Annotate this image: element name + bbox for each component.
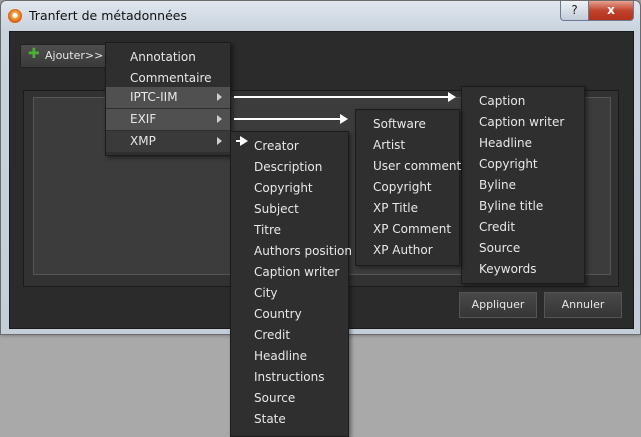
exif-item[interactable]: XP Comment (356, 219, 459, 240)
menu-item-xmp[interactable]: XMP (106, 131, 230, 152)
exif-submenu: Software Artist User comment Copyright X… (355, 109, 462, 266)
app-icon (8, 9, 22, 23)
menu-item-label: Titre (254, 223, 282, 237)
exif-item[interactable]: Software (356, 114, 459, 135)
menu-item-label: State (254, 412, 286, 426)
menu-item-label: Authors position (254, 244, 352, 258)
xmp-item[interactable]: Creator (231, 136, 348, 157)
menu-item-label: Commentaire (130, 71, 212, 85)
menu-item-label: Country (254, 307, 302, 321)
apply-button[interactable]: Appliquer (459, 292, 537, 318)
menu-item-label: Credit (254, 328, 291, 342)
menu-item-label: User comment (373, 159, 462, 173)
xmp-item[interactable]: City (231, 283, 348, 304)
iptc-item[interactable]: Source (462, 238, 584, 259)
iptc-item[interactable]: Byline (462, 175, 584, 196)
chevron-right-icon (217, 115, 222, 123)
iptc-submenu: Caption Caption writer Headline Copyrigh… (461, 86, 585, 284)
menu-item-label: XP Title (373, 201, 418, 215)
iptc-item[interactable]: Byline title (462, 196, 584, 217)
xmp-item[interactable]: Authors position (231, 241, 352, 262)
chevron-right-icon (217, 137, 222, 145)
cancel-button[interactable]: Annuler (544, 292, 622, 318)
add-button[interactable]: ✚ Ajouter>> (20, 44, 107, 68)
xmp-item[interactable]: Instructions (231, 367, 348, 388)
xmp-item[interactable]: Credit (231, 325, 348, 346)
xmp-item[interactable]: Headline (231, 346, 348, 367)
iptc-item[interactable]: Keywords (462, 259, 584, 280)
add-menu: Annotation Commentaire IPTC-IIM EXIF XMP (105, 42, 231, 156)
menu-item-iptc-iim[interactable]: IPTC-IIM (106, 87, 230, 108)
menu-item-label: Caption writer (254, 265, 340, 279)
menu-item-label: XP Author (373, 243, 433, 257)
xmp-item[interactable]: Copyright (231, 178, 348, 199)
menu-item-label: Artist (373, 138, 406, 152)
exif-item[interactable]: XP Title (356, 198, 459, 219)
xmp-item[interactable]: Subject (231, 199, 348, 220)
xmp-item[interactable]: Caption writer (231, 262, 348, 283)
menu-item-label: XMP (130, 134, 156, 148)
iptc-item[interactable]: Credit (462, 217, 584, 238)
menu-item-label: Copyright (254, 181, 313, 195)
xmp-item[interactable]: Source (231, 388, 348, 409)
add-button-label: Ajouter>> (45, 49, 104, 62)
xmp-item[interactable]: Description (231, 157, 348, 178)
help-button[interactable]: ? (560, 1, 589, 21)
iptc-item[interactable]: Headline (462, 133, 584, 154)
title-bar[interactable]: Tranfert de métadonnées ? x (1, 1, 640, 31)
menu-item-label: Instructions (254, 370, 325, 384)
iptc-arrow-icon (234, 92, 456, 102)
xmp-arrow-icon (236, 136, 248, 146)
menu-item-label: Software (373, 117, 426, 131)
menu-item-label: Copyright (373, 180, 432, 194)
menu-item-label: IPTC-IIM (130, 90, 178, 104)
menu-item-label: Keywords (479, 262, 537, 276)
exif-item[interactable]: User comment (356, 156, 462, 177)
menu-item-label: Byline title (479, 199, 544, 213)
xmp-item[interactable]: Country (231, 304, 348, 325)
menu-item-label: Credit (479, 220, 516, 234)
menu-item-label: XP Comment (373, 222, 452, 236)
close-button[interactable]: x (588, 1, 634, 21)
exif-item[interactable]: Artist (356, 135, 459, 156)
iptc-item[interactable]: Caption (462, 91, 584, 112)
menu-item-commentaire[interactable]: Commentaire (106, 68, 230, 89)
menu-item-label: Caption writer (479, 115, 565, 129)
xmp-item[interactable]: Titre (231, 220, 348, 241)
iptc-item[interactable]: Copyright (462, 154, 584, 175)
exif-arrow-icon (234, 114, 348, 124)
chevron-right-icon (217, 93, 222, 101)
menu-item-label: Headline (479, 136, 533, 150)
menu-item-label: Annotation (130, 50, 196, 64)
xmp-item[interactable]: State (231, 409, 348, 430)
iptc-item[interactable]: Caption writer (462, 112, 584, 133)
xmp-submenu: Creator Description Copyright Subject Ti… (230, 131, 352, 437)
menu-item-label: EXIF (130, 112, 157, 126)
menu-item-label: Subject (254, 202, 299, 216)
exif-item[interactable]: Copyright (356, 177, 459, 198)
menu-item-label: Creator (254, 139, 299, 153)
exif-item[interactable]: XP Author (356, 240, 459, 261)
menu-item-label: Source (254, 391, 296, 405)
menu-item-label: Description (254, 160, 323, 174)
menu-item-label: Byline (479, 178, 516, 192)
menu-item-annotation[interactable]: Annotation (106, 47, 230, 68)
menu-item-exif[interactable]: EXIF (106, 109, 230, 130)
menu-item-label: Caption (479, 94, 526, 108)
menu-item-label: Source (479, 241, 521, 255)
menu-item-label: City (254, 286, 278, 300)
menu-item-label: Copyright (479, 157, 538, 171)
plus-icon: ✚ (28, 46, 40, 62)
window-title: Tranfert de métadonnées (29, 8, 187, 23)
menu-item-label: Headline (254, 349, 308, 363)
